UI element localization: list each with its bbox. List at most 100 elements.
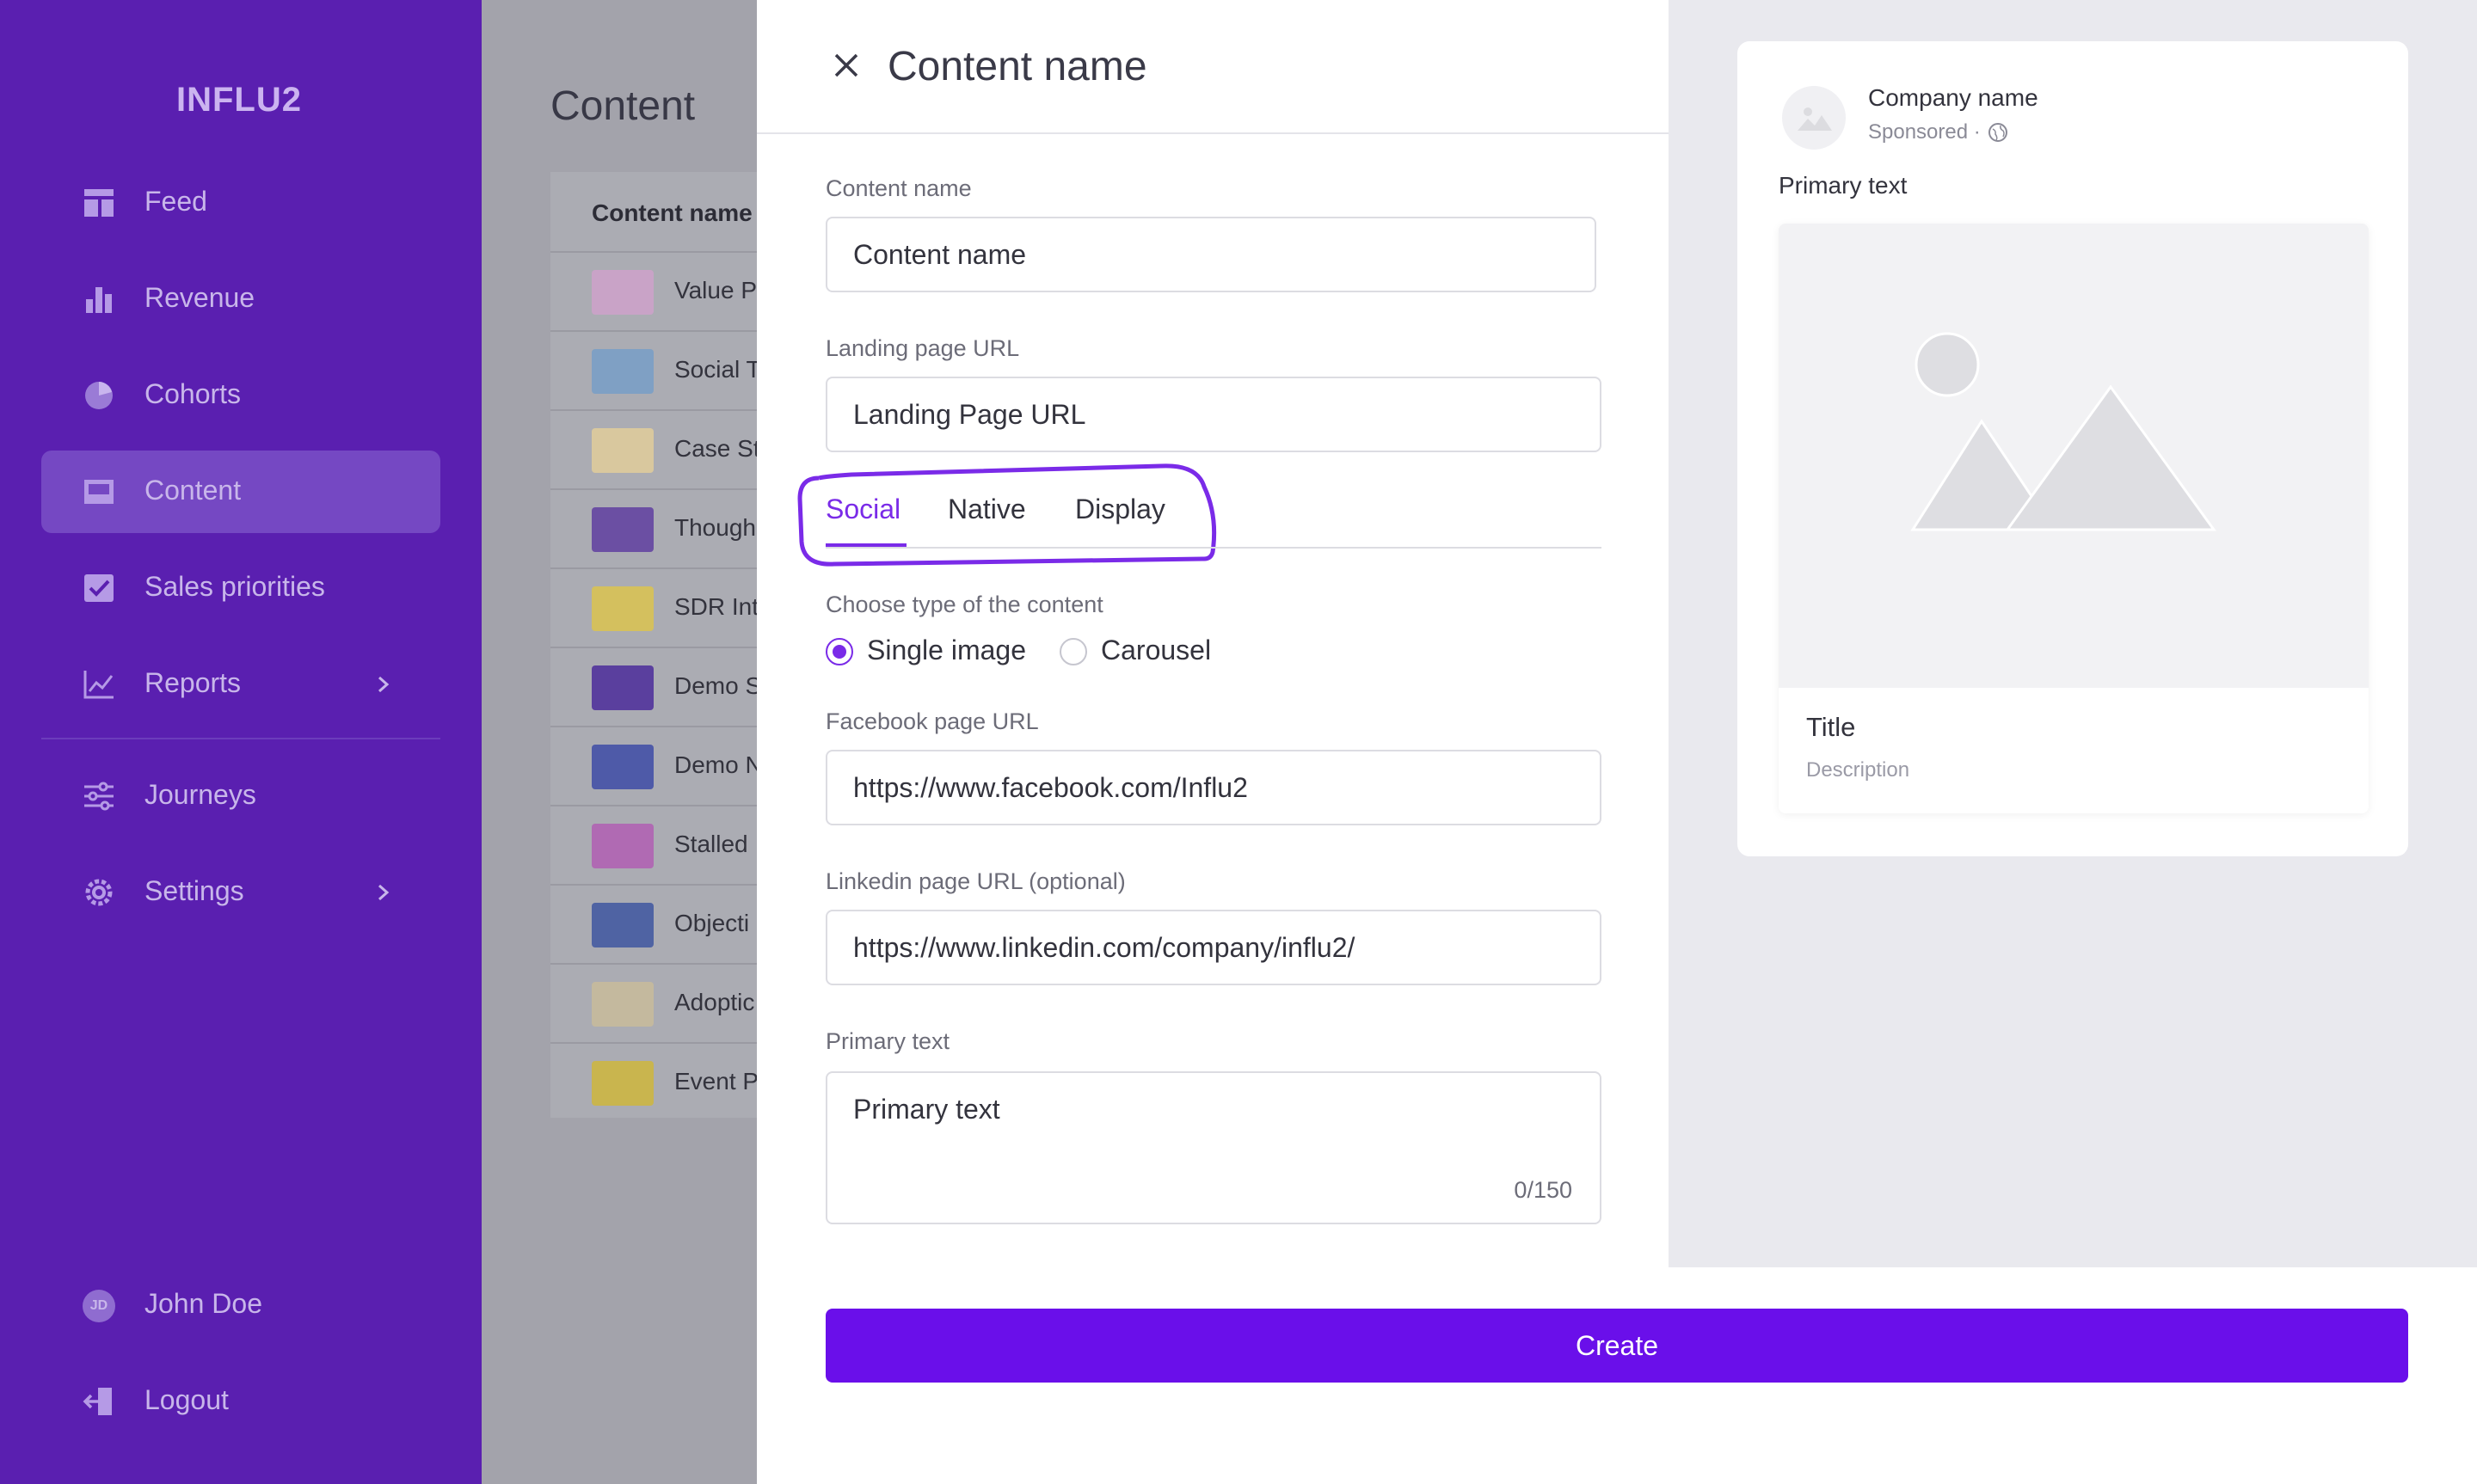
tab-social[interactable]: Social [826, 494, 900, 525]
company-avatar [1782, 86, 1846, 150]
content-icon [84, 480, 114, 504]
row-name: Value P [674, 277, 757, 304]
globe-icon [1988, 123, 2007, 142]
page-title: Content [550, 83, 696, 129]
table-row[interactable]: Stalled [550, 805, 757, 884]
sidebar-item-label: Feed [144, 186, 207, 217]
table-row[interactable]: Adoptic [550, 963, 757, 1042]
pie-chart-icon [85, 382, 113, 409]
row-name: Objecti [674, 910, 750, 936]
table-row[interactable]: Value P [550, 251, 757, 330]
content-thumbnail [592, 507, 654, 552]
table-row[interactable]: Demo N [550, 726, 757, 805]
user-profile[interactable]: John Doe [41, 1264, 440, 1346]
sidebar-item-label: Cohorts [144, 378, 242, 409]
sidebar-item-reports[interactable]: Reports [41, 643, 440, 726]
sidebar-item-feed[interactable]: Feed [41, 162, 440, 244]
table-row[interactable]: Event P [550, 1042, 757, 1121]
character-counter: 0/150 [1514, 1177, 1572, 1203]
content-thumbnail [592, 982, 654, 1027]
create-content-drawer: Content name Content name Content name L… [757, 0, 1669, 1484]
create-button[interactable]: Create [826, 1309, 2408, 1383]
tab-native[interactable]: Native [948, 494, 1026, 525]
sidebar-item-label: Revenue [144, 282, 255, 313]
sidebar-item-settings[interactable]: Settings [41, 851, 440, 934]
preview-primary-text: Primary text [1779, 172, 1908, 199]
row-name: Demo N [674, 751, 757, 778]
sidebar-item-label: Sales priorities [144, 571, 325, 602]
user-name: John Doe [144, 1288, 262, 1319]
preview-image: Title Description [1779, 224, 2369, 813]
content-thumbnail [592, 349, 654, 394]
content-thumbnail [592, 745, 654, 789]
primary-text-label: Primary text [826, 1028, 950, 1054]
row-name: Event P [674, 1068, 757, 1095]
active-tab-indicator [826, 543, 907, 547]
sidebar-item-content[interactable]: Content [41, 451, 440, 533]
checkbox-icon [84, 574, 114, 602]
primary-text-placeholder: Primary text [853, 1094, 1000, 1125]
ad-preview-card: Company name Sponsored · Primary text Ti… [1737, 41, 2408, 856]
logout-label: Logout [144, 1384, 229, 1415]
table-row[interactable]: Demo S [550, 647, 757, 726]
carousel-label[interactable]: Carousel [1101, 635, 1211, 666]
gear-icon [85, 879, 113, 906]
sidebar-item-label: Reports [144, 667, 242, 698]
content-thumbnail [592, 270, 654, 315]
table-row[interactable]: Case St [550, 409, 757, 488]
row-name: Stalled [674, 831, 748, 857]
sidebar-item-cohorts[interactable]: Cohorts [41, 354, 440, 437]
sidebar-item-revenue[interactable]: Revenue [41, 258, 440, 340]
logout-icon [83, 1388, 112, 1415]
sidebar-item-sales-priorities[interactable]: Sales priorities [41, 547, 440, 629]
linkedin-url-input[interactable]: https://www.linkedin.com/company/influ2/ [826, 910, 1601, 985]
row-name: Social T [674, 356, 757, 383]
facebook-url-input[interactable]: https://www.facebook.com/Influ2 [826, 750, 1601, 825]
sponsored-text: Sponsored · [1868, 120, 1981, 144]
content-table: Content name Value P Social T Case St Th… [550, 172, 757, 1118]
linkedin-url-label: Linkedin page URL (optional) [826, 868, 1126, 894]
ad-preview-panel: Company name Sponsored · Primary text Ti… [1669, 0, 2477, 1267]
sidebar-item-label: Journeys [144, 779, 256, 810]
content-type-label: Choose type of the content [826, 592, 1103, 617]
carousel-radio[interactable] [1060, 638, 1087, 665]
single-image-label[interactable]: Single image [867, 635, 1026, 666]
single-image-radio[interactable] [826, 638, 853, 665]
preview-title: Title [1806, 712, 1856, 742]
company-name: Company name [1868, 84, 2038, 111]
image-placeholder [1779, 224, 2369, 688]
sponsored-label: Sponsored · [1868, 120, 2008, 144]
feed-icon [84, 189, 114, 217]
image-placeholder-icon [1910, 332, 2216, 531]
content-thumbnail [592, 586, 654, 631]
bar-chart-icon [86, 287, 112, 313]
logout-button[interactable]: Logout [41, 1360, 440, 1443]
chevron-right-icon [378, 676, 390, 693]
table-row[interactable]: Social T [550, 330, 757, 409]
row-name: Case St [674, 435, 757, 462]
row-name: Adoptic [674, 989, 755, 1015]
image-placeholder-icon [1798, 107, 1832, 131]
sidebar-item-journeys[interactable]: Journeys [41, 755, 440, 837]
content-thumbnail [592, 903, 654, 947]
row-name: SDR Int [674, 593, 757, 620]
primary-text-textarea[interactable]: Primary text 0/150 [826, 1071, 1601, 1224]
sliders-icon [84, 782, 114, 811]
sidebar: INFLU2 Feed Revenue Cohorts Content Sale… [0, 0, 482, 1484]
sidebar-item-label: Content [144, 475, 242, 506]
tabs-divider [826, 547, 1601, 549]
table-row[interactable]: Though [550, 488, 757, 567]
app-logo: INFLU2 [176, 81, 302, 119]
table-row[interactable]: SDR Int [550, 567, 757, 647]
content-thumbnail [592, 1061, 654, 1106]
table-row[interactable]: Objecti [550, 884, 757, 963]
line-chart-icon [83, 671, 114, 699]
content-thumbnail [592, 665, 654, 710]
row-name: Though [674, 514, 756, 541]
tab-display[interactable]: Display [1075, 494, 1165, 525]
content-page-overlay: Content Content name Value P Social T Ca… [482, 0, 757, 1484]
nav-divider [41, 738, 440, 739]
preview-description: Description [1806, 758, 1910, 782]
facebook-url-label: Facebook page URL [826, 708, 1039, 734]
sidebar-item-label: Settings [144, 875, 244, 906]
